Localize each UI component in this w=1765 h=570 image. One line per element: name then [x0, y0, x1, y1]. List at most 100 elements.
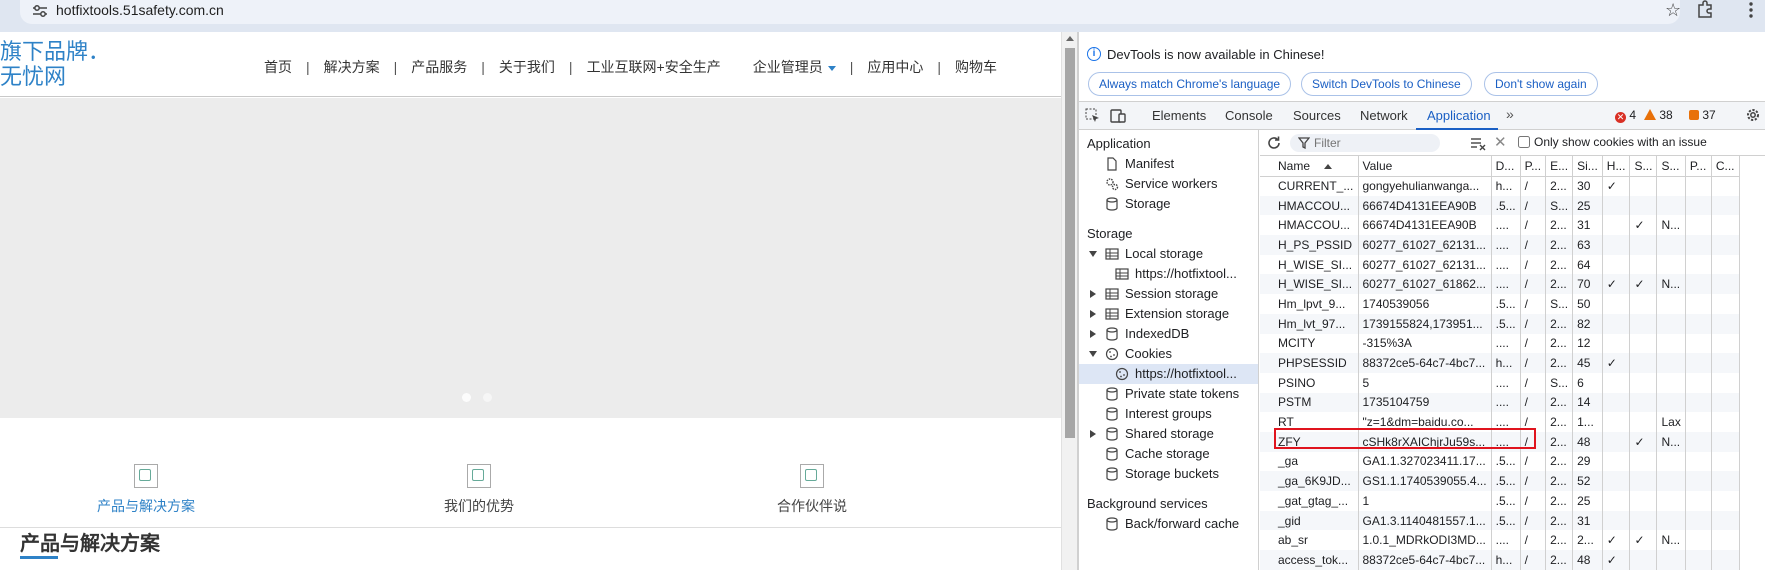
- column-header-secure[interactable]: S...: [1629, 156, 1658, 177]
- nav-products[interactable]: 产品服务: [397, 57, 481, 77]
- tree-item-local-storage-origin[interactable]: https://hotfixtool...: [1079, 264, 1258, 284]
- tree-item-service-workers[interactable]: Service workers: [1079, 174, 1258, 194]
- tree-item-cookies[interactable]: Cookies: [1079, 344, 1258, 364]
- column-header-value[interactable]: Value: [1358, 156, 1492, 177]
- page-scrollbar-thumb[interactable]: [1065, 48, 1075, 438]
- tree-item-cookies-origin[interactable]: https://hotfixtool...: [1079, 364, 1258, 384]
- more-tabs-icon[interactable]: »: [1506, 106, 1514, 122]
- table-row[interactable]: H_WISE_SI... 60277_61027_62131......./2..…: [1260, 254, 1740, 275]
- table-row[interactable]: H_PS_PSSID 60277_61027_62131......./2... 6…: [1260, 235, 1740, 255]
- table-row[interactable]: H_WISE_SI... 60277_61027_61862......./2..…: [1260, 274, 1740, 295]
- inspect-element-icon[interactable]: [1085, 108, 1101, 124]
- dont-show-again-button[interactable]: Don't show again: [1484, 72, 1598, 96]
- url-text[interactable]: hotfixtools.51safety.com.cn: [56, 2, 224, 18]
- table-row[interactable]: RT "z=1&dm=baidu.co......./2... 1... Lax: [1260, 412, 1740, 432]
- table-row[interactable]: _ga_6K9JD... GS1.1.1740539055.4... .5.../2…: [1260, 471, 1740, 491]
- table-row[interactable]: MCITY -315%3A..../2... 12: [1260, 333, 1740, 354]
- only-issue-toggle[interactable]: Only show cookies with an issue: [1518, 135, 1707, 149]
- table-row[interactable]: PSINO 5.... / S... 6: [1260, 372, 1740, 393]
- column-header-size[interactable]: Si...: [1572, 156, 1603, 177]
- table-row[interactable]: HMACCOU... 66674D4131EEA90B..../2... 31 ✓ N.…: [1260, 215, 1740, 236]
- feature-partners[interactable]: 合作伙伴说: [732, 464, 892, 516]
- tree-item-back-forward-cache[interactable]: Back/forward cache: [1079, 514, 1258, 534]
- nav-about[interactable]: 关于我们: [485, 57, 569, 77]
- feature-products-solutions[interactable]: 产品与解决方案: [66, 464, 226, 516]
- column-header-samesite[interactable]: S...: [1656, 156, 1686, 177]
- table-row[interactable]: PHPSESSID 88372ce5-64c7-4bc7... h.../2... 4…: [1260, 353, 1740, 373]
- expanded-arrow-icon[interactable]: [1089, 351, 1097, 357]
- tree-item-cache-storage[interactable]: Cache storage: [1079, 444, 1258, 464]
- nav-app-center[interactable]: 应用中心: [853, 57, 937, 77]
- column-header-domain[interactable]: D...: [1491, 156, 1521, 177]
- tab-console[interactable]: Console: [1225, 108, 1273, 123]
- tree-item-manifest[interactable]: Manifest: [1079, 154, 1258, 174]
- address-bar[interactable]: hotfixtools.51safety.com.cn ☆: [20, 0, 1681, 24]
- tree-item-private-state-tokens[interactable]: Private state tokens: [1079, 384, 1258, 404]
- switch-to-chinese-button[interactable]: Switch DevTools to Chinese: [1301, 72, 1472, 96]
- carousel-dot-2[interactable]: [483, 393, 492, 402]
- extensions-icon[interactable]: [1696, 0, 1714, 18]
- filter-input[interactable]: [1314, 135, 1434, 151]
- site-logo[interactable]: 旗下品牌． 无忧网: [0, 40, 110, 90]
- tree-item-session-storage[interactable]: Session storage: [1079, 284, 1258, 304]
- tab-elements[interactable]: Elements: [1152, 108, 1206, 123]
- refresh-icon[interactable]: [1266, 135, 1282, 151]
- table-row[interactable]: Hm_lpvt_9... 1740539056.5... / S... 50: [1260, 294, 1740, 314]
- table-row[interactable]: HMACCOU... 66674D4131EEA90B .5... / S... 25: [1260, 195, 1740, 216]
- filter-box[interactable]: [1290, 134, 1440, 152]
- column-header-httponly[interactable]: H...: [1602, 156, 1631, 177]
- tree-item-extension-storage[interactable]: Extension storage: [1079, 304, 1258, 324]
- nav-enterprise-admin[interactable]: 企业管理员: [735, 57, 850, 77]
- column-header-partition[interactable]: P...: [1685, 156, 1712, 177]
- site-info-icon[interactable]: [32, 4, 48, 18]
- device-toolbar-icon[interactable]: [1110, 108, 1126, 124]
- nav-industrial-internet[interactable]: 工业互联网+安全生产: [573, 57, 735, 77]
- nav-cart[interactable]: 购物车: [941, 57, 1011, 77]
- table-row[interactable]: ZFY cSHk8rXAIChjrJu59s......./2... 48 ✓ N...: [1260, 431, 1740, 452]
- collapsed-arrow-icon[interactable]: [1090, 290, 1096, 298]
- collapsed-arrow-icon[interactable]: [1090, 430, 1096, 438]
- tab-application[interactable]: Application: [1427, 108, 1491, 123]
- delete-selected-icon[interactable]: ✕: [1494, 133, 1507, 151]
- column-header-expires[interactable]: E...: [1545, 156, 1574, 177]
- table-row[interactable]: CURRENT_... gongyehulianwanga... h.../2...…: [1260, 176, 1740, 196]
- column-header-path[interactable]: P...: [1520, 156, 1547, 177]
- table-cell: CURRENT_...: [1274, 176, 1359, 196]
- expanded-arrow-icon[interactable]: [1089, 251, 1097, 257]
- tree-item-local-storage[interactable]: Local storage: [1079, 244, 1258, 264]
- tree-item-shared-storage[interactable]: Shared storage: [1079, 424, 1258, 444]
- column-header-name[interactable]: Name: [1274, 156, 1359, 177]
- tab-network[interactable]: Network: [1360, 108, 1408, 123]
- table-row[interactable]: _ga GA1.1.327023411.17... .5.../2... 29: [1260, 451, 1740, 472]
- error-count-badge[interactable]: ✕ 4: [1615, 108, 1636, 123]
- settings-gear-icon[interactable]: [1745, 107, 1761, 123]
- nav-home[interactable]: 首页: [250, 57, 306, 77]
- clear-all-cookies-icon[interactable]: [1470, 135, 1486, 151]
- page-scrollbar[interactable]: [1061, 32, 1077, 570]
- scroll-up-arrow-icon[interactable]: [1066, 36, 1074, 41]
- carousel-dot-1[interactable]: [462, 393, 471, 402]
- warning-count-badge[interactable]: 38: [1644, 108, 1673, 122]
- collapsed-arrow-icon[interactable]: [1090, 330, 1096, 338]
- tree-item-storage-overview[interactable]: Storage: [1079, 194, 1258, 214]
- feature-advantages[interactable]: 我们的优势: [399, 464, 559, 516]
- browser-menu-icon[interactable]: [1742, 0, 1760, 20]
- only-issue-checkbox[interactable]: [1518, 136, 1530, 148]
- tab-sources[interactable]: Sources: [1293, 108, 1341, 123]
- bookmark-star-icon[interactable]: ☆: [1665, 0, 1681, 21]
- issues-count-badge[interactable]: 37: [1689, 108, 1716, 122]
- collapsed-arrow-icon[interactable]: [1090, 310, 1096, 318]
- table-row[interactable]: _gat_gtag_... 1.5.../2... 25: [1260, 491, 1740, 511]
- hero-banner[interactable]: [0, 98, 1061, 418]
- table-row[interactable]: access_tok... 88372ce5-64c7-4bc7... h.../2…: [1260, 550, 1740, 570]
- nav-solutions[interactable]: 解决方案: [310, 57, 394, 77]
- table-row[interactable]: _gid GA1.3.1140481557.1... .5.../2... 31: [1260, 510, 1740, 531]
- column-header-cross-site[interactable]: C...: [1711, 156, 1740, 177]
- tree-item-interest-groups[interactable]: Interest groups: [1079, 404, 1258, 424]
- table-row[interactable]: ab_sr 1.0.1_MDRkODI3MD......./2... 2... ✓ ✓ N…: [1260, 530, 1740, 551]
- table-row[interactable]: PSTM 1735104759..../2... 14: [1260, 392, 1740, 413]
- tree-item-indexeddb[interactable]: IndexedDB: [1079, 324, 1258, 344]
- tree-item-storage-buckets[interactable]: Storage buckets: [1079, 464, 1258, 484]
- table-row[interactable]: Hm_lvt_97... 1739155824,173951... .5.../2.…: [1260, 313, 1740, 334]
- match-language-button[interactable]: Always match Chrome's language: [1088, 72, 1292, 96]
